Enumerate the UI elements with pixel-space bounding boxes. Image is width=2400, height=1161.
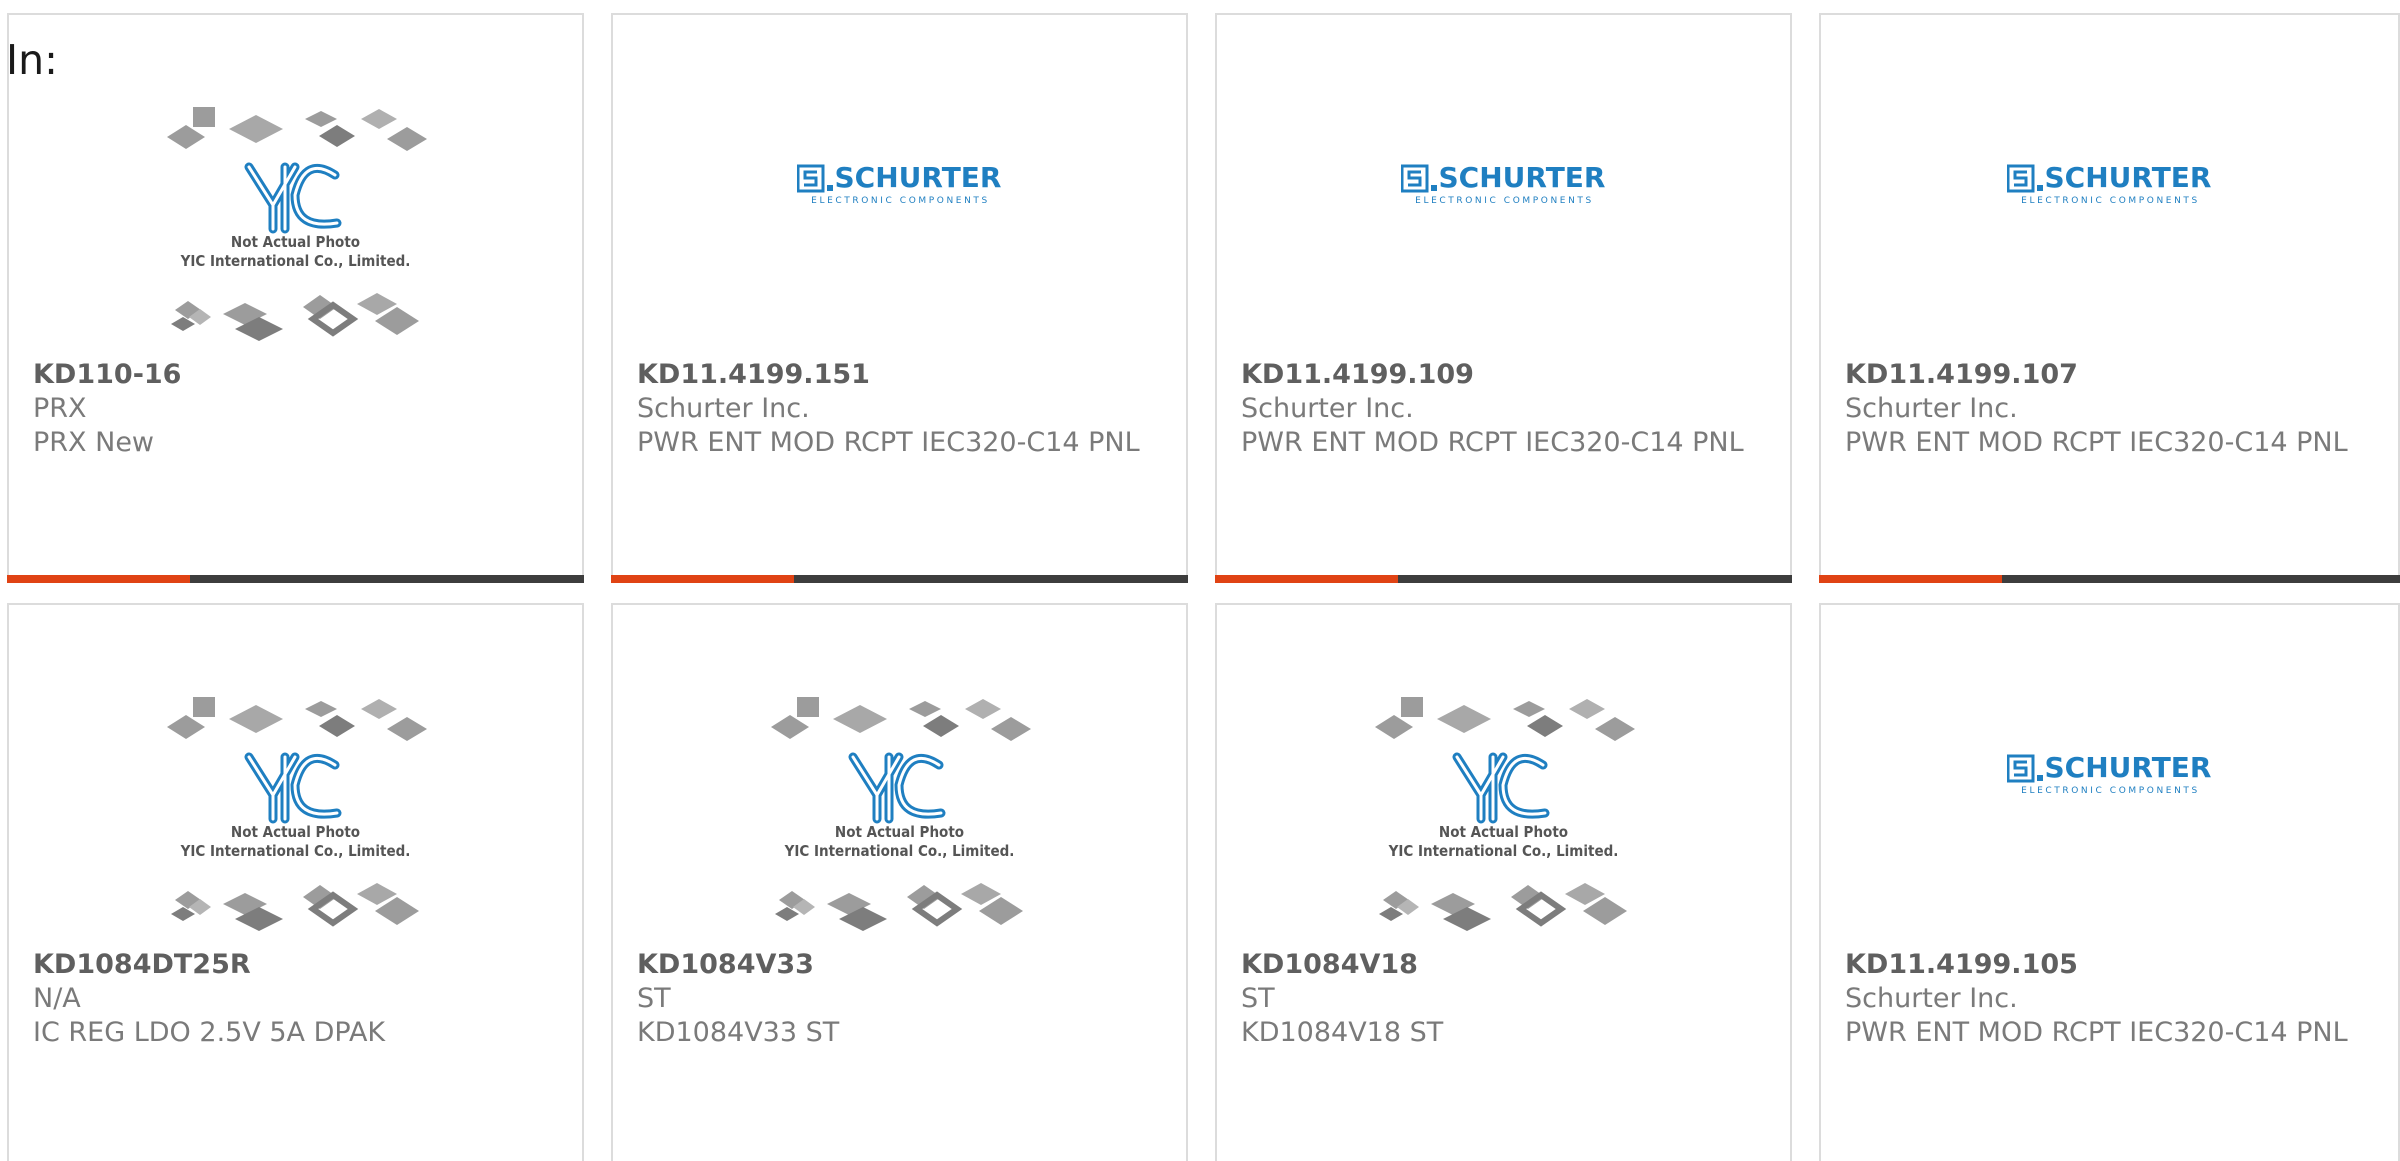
image-caption-line2: YIC International Co., Limited. (1388, 842, 1619, 860)
brand-tagline: ELECTRONIC COMPONENTS (811, 196, 990, 206)
part-number[interactable]: KD1084V33 (637, 948, 1172, 982)
part-number[interactable]: KD110-16 (33, 358, 568, 392)
brand-tagline: ELECTRONIC COMPONENTS (1415, 196, 1594, 206)
yic-placeholder-image (1374, 697, 1635, 931)
manufacturer: Schurter Inc. (1241, 393, 1414, 424)
manufacturer: N/A (33, 983, 81, 1014)
yic-placeholder-image (166, 107, 427, 341)
card-progress-bar (1215, 575, 1792, 583)
product-image[interactable]: SCHURTER ELECTRONIC COMPONENTS (613, 161, 1186, 211)
yic-logo-icon (848, 752, 945, 824)
brand-tagline: ELECTRONIC COMPONENTS (2021, 786, 2200, 796)
image-caption-line1: Not Actual Photo (230, 823, 361, 841)
image-caption-line1: Not Actual Photo (230, 233, 361, 251)
in-label: In: (6, 36, 58, 84)
card-progress-accent (1819, 575, 2002, 583)
part-number[interactable]: KD11.4199.109 (1241, 358, 1776, 392)
yic-placeholder-image (166, 697, 427, 931)
description: KD1084V18 ST (1241, 1017, 1444, 1048)
yic-logo-icon (1452, 752, 1549, 824)
product-image[interactable]: SCHURTER ELECTRONIC COMPONENTS (1821, 751, 2398, 801)
image-caption-line1: Not Actual Photo (834, 823, 965, 841)
part-number[interactable]: KD1084DT25R (33, 948, 568, 982)
yic-logo-icon (244, 162, 341, 234)
brand-name: SCHURTER (834, 161, 1002, 194)
card-progress-accent (1215, 575, 1398, 583)
brand-tagline: ELECTRONIC COMPONENTS (2021, 196, 2200, 206)
image-caption-line2: YIC International Co., Limited. (180, 252, 411, 270)
manufacturer: Schurter Inc. (1845, 393, 2018, 424)
card-progress-accent (7, 575, 190, 583)
card-progress-bar (1819, 575, 2400, 583)
manufacturer: Schurter Inc. (637, 393, 810, 424)
product-card[interactable]: Not Actual Photo YIC International Co., L… (7, 13, 584, 583)
description: KD1084V33 ST (637, 1017, 840, 1048)
image-caption-line1: Not Actual Photo (1438, 823, 1569, 841)
yic-placeholder-image (770, 697, 1031, 931)
part-number[interactable]: KD11.4199.107 (1845, 358, 2384, 392)
product-image[interactable]: Not Actual Photo YIC International Co., L… (1217, 695, 1790, 931)
product-card[interactable]: Not Actual Photo YIC International Co., L… (611, 603, 1188, 1161)
product-card[interactable]: Not Actual Photo YIC International Co., L… (7, 603, 584, 1161)
product-card[interactable]: SCHURTER ELECTRONIC COMPONENTS KD11.4199.… (1819, 13, 2400, 583)
product-grid: Not Actual Photo YIC International Co., L… (0, 0, 2400, 1161)
product-card[interactable]: SCHURTER ELECTRONIC COMPONENTS KD11.4199.… (1819, 603, 2400, 1161)
part-number[interactable]: KD11.4199.105 (1845, 948, 2384, 982)
part-number[interactable]: KD11.4199.151 (637, 358, 1172, 392)
brand-name: SCHURTER (2044, 161, 2212, 194)
description: IC REG LDO 2.5V 5A DPAK (33, 1017, 386, 1048)
product-card[interactable]: SCHURTER ELECTRONIC COMPONENTS KD11.4199.… (611, 13, 1188, 583)
product-image[interactable]: Not Actual Photo YIC International Co., L… (9, 105, 582, 341)
part-number[interactable]: KD1084V18 (1241, 948, 1776, 982)
image-caption-line2: YIC International Co., Limited. (180, 842, 411, 860)
product-image[interactable]: Not Actual Photo YIC International Co., L… (613, 695, 1186, 931)
product-image[interactable]: SCHURTER ELECTRONIC COMPONENTS (1821, 161, 2398, 211)
manufacturer: Schurter Inc. (1845, 983, 2018, 1014)
brand-name: SCHURTER (2044, 751, 2212, 784)
description: PWR ENT MOD RCPT IEC320-C14 PNL (1241, 427, 1744, 458)
product-image[interactable]: Not Actual Photo YIC International Co., L… (9, 695, 582, 931)
product-card[interactable]: SCHURTER ELECTRONIC COMPONENTS KD11.4199.… (1215, 13, 1792, 583)
description: PWR ENT MOD RCPT IEC320-C14 PNL (1845, 427, 2348, 458)
product-image[interactable]: SCHURTER ELECTRONIC COMPONENTS (1217, 161, 1790, 211)
description: PRX New (33, 427, 155, 458)
product-card[interactable]: Not Actual Photo YIC International Co., L… (1215, 603, 1792, 1161)
description: PWR ENT MOD RCPT IEC320-C14 PNL (1845, 1017, 2348, 1048)
card-progress-bar (611, 575, 1188, 583)
image-caption-line2: YIC International Co., Limited. (784, 842, 1015, 860)
manufacturer: ST (1241, 983, 1275, 1014)
brand-name: SCHURTER (1438, 161, 1606, 194)
description: PWR ENT MOD RCPT IEC320-C14 PNL (637, 427, 1140, 458)
manufacturer: PRX (33, 393, 87, 424)
card-progress-bar (7, 575, 584, 583)
card-progress-accent (611, 575, 794, 583)
yic-logo-icon (244, 752, 341, 824)
manufacturer: ST (637, 983, 671, 1014)
